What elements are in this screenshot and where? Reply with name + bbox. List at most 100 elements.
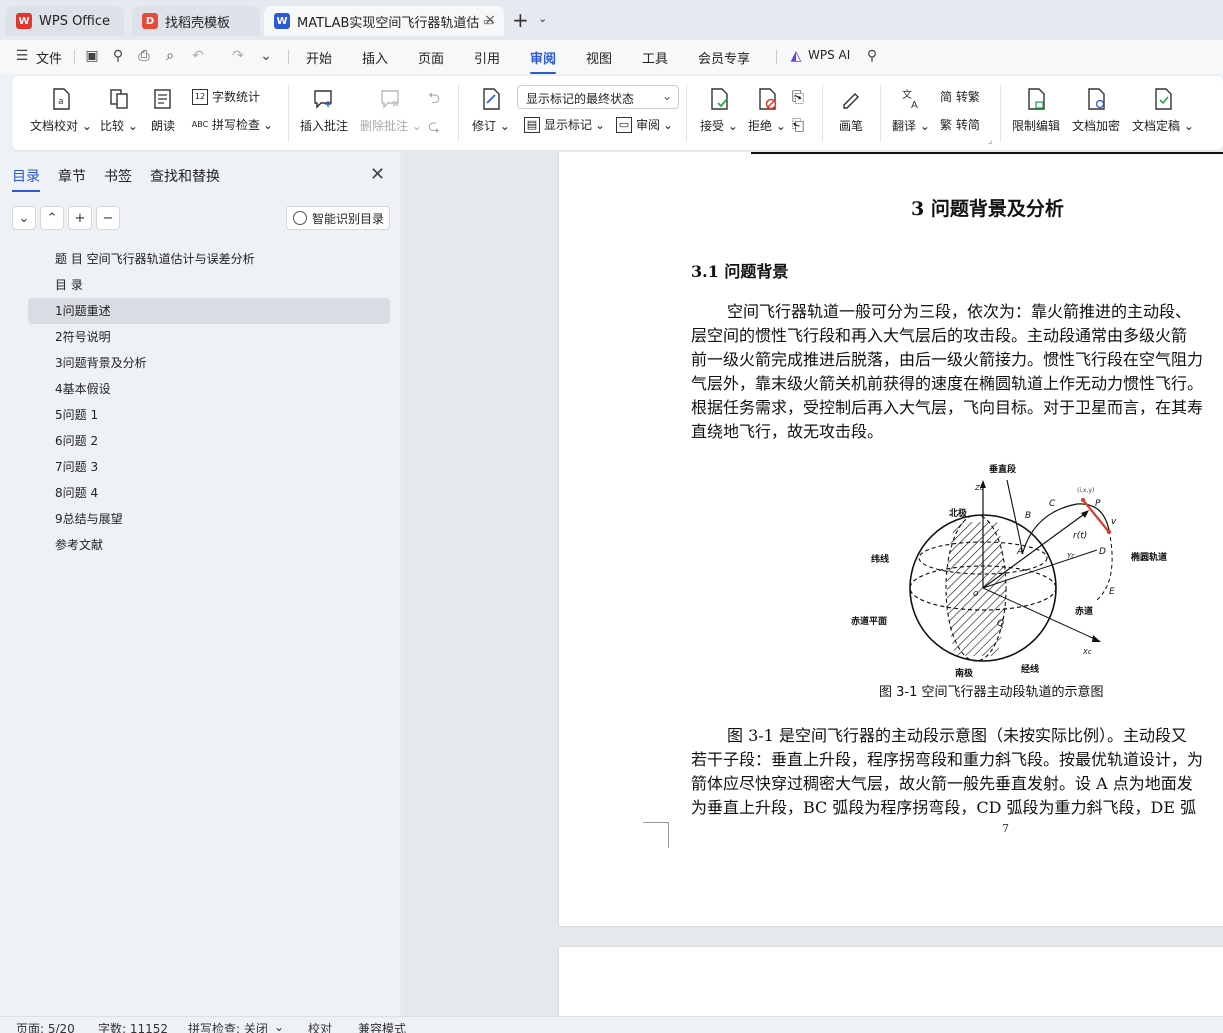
toc-item[interactable]: 参考文献 [28, 532, 390, 558]
chevron-down-icon[interactable]: ⌄ [274, 1020, 284, 1033]
proofread-button[interactable]: a 文档校对 ⌄ [30, 86, 92, 134]
menu-tools[interactable]: 工具 [642, 48, 668, 67]
next-page[interactable] [559, 947, 1223, 1016]
document-area[interactable]: 3 问题背景及分析 3.1 问题背景 空间飞行器轨道一般可分为三段，依次为：靠火… [403, 152, 1223, 1016]
tab-wps-office[interactable]: W WPS Office [6, 6, 124, 36]
search-icon[interactable]: ⚲ [864, 48, 880, 64]
crop-mark [643, 822, 669, 848]
toc-item[interactable]: 目 录 [28, 272, 390, 298]
undo-icon[interactable]: ↶ [190, 48, 206, 64]
status-proofread[interactable]: 校对 [308, 1020, 332, 1033]
menu-view[interactable]: 视图 [586, 48, 612, 67]
chevron-down-icon[interactable]: ⌄ [538, 12, 547, 25]
delete-comment-button[interactable]: 删除批注 ⌄ [360, 86, 422, 134]
close-icon[interactable]: × [484, 12, 496, 28]
share-icon[interactable]: ⚲ [110, 48, 126, 64]
close-icon[interactable]: ✕ [370, 164, 385, 185]
collapse-button[interactable]: ⌄ [12, 206, 36, 230]
restrict-edit-label: 限制编辑 [1012, 119, 1061, 133]
status-spell-check[interactable]: 拼写检查: 关闭 [188, 1020, 268, 1033]
insert-comment-button[interactable]: 插入批注 [300, 86, 348, 134]
word-count-icon: 12 [192, 88, 208, 105]
encrypt-button[interactable]: 文档加密 [1072, 86, 1120, 134]
label-A: A [1016, 547, 1023, 557]
menu-reference[interactable]: 引用 [474, 48, 500, 67]
word-count-button[interactable]: 12 字数统计 [192, 88, 260, 105]
compare-icon [106, 86, 132, 112]
compare-button[interactable]: 比较 ⌄ [100, 86, 138, 134]
menu-start[interactable]: 开始 [306, 48, 332, 67]
svg-text:A: A [911, 100, 918, 111]
menu-wps-ai[interactable]: WPS AI [808, 48, 850, 62]
label-v: v [1111, 517, 1117, 527]
markup-state-select[interactable]: 显示标记的最终状态 ⌄ [517, 85, 679, 109]
nav-tab-bookmarks[interactable]: 书签 [104, 166, 132, 186]
encrypt-label: 文档加密 [1072, 119, 1121, 133]
tab-docer[interactable]: D 找稻壳模板 [132, 6, 260, 36]
navigation-panel: 目录 章节 书签 查找和替换 ✕ ⌄ ⌃ + − 智能识别目录 题 目 空间飞行… [0, 152, 402, 1016]
toc-item[interactable]: 1问题重述 [28, 298, 390, 324]
accept-button[interactable]: 接受 ⌄ [700, 86, 738, 134]
hamburger-icon[interactable]: ☰ [14, 48, 30, 64]
restrict-edit-button[interactable]: 限制编辑 [1012, 86, 1060, 134]
toc-item[interactable]: 4基本假设 [28, 376, 390, 402]
document-page[interactable]: 3 问题背景及分析 3.1 问题背景 空间飞行器轨道一般可分为三段，依次为：靠火… [559, 152, 1223, 926]
save-icon[interactable]: ▣ [84, 48, 100, 64]
show-markup-button[interactable]: ▤ 显示标记 ⌄ [524, 116, 605, 133]
status-word-count[interactable]: 字数: 11152 [98, 1020, 168, 1033]
paragraph-line: 直绕地飞行，故无攻击段。 [691, 422, 884, 441]
to-traditional-button[interactable]: 简 转繁 [940, 88, 980, 105]
section-title: 3.1 问题背景 [691, 262, 789, 281]
menu-insert[interactable]: 插入 [362, 48, 388, 67]
new-tab-icon[interactable]: + [512, 8, 529, 32]
menu-review[interactable]: 审阅 [530, 48, 557, 74]
print-preview-icon[interactable]: ⌕ [162, 48, 178, 64]
toc-item[interactable]: 题 目 空间飞行器轨道估计与误差分析 [28, 246, 390, 272]
next-comment-icon[interactable]: ⮎ [428, 116, 440, 141]
smart-toc-label: 智能识别目录 [312, 211, 385, 226]
toc-item[interactable]: 9总结与展望 [28, 506, 390, 532]
paragraph-line: 气层外，靠末级火箭关机前获得的速度在椭圆轨道上作无动力惯性飞行。 [691, 374, 1204, 393]
ribbon-separator [458, 84, 459, 142]
expand-button[interactable]: ⌃ [40, 206, 64, 230]
reject-icon [754, 86, 780, 112]
paragraph-line: 层空间的惯性飞行段和再入大气层后的攻击段。主动段通常由多级火箭 [691, 326, 1188, 345]
nav-tab-find-replace[interactable]: 查找和替换 [150, 166, 220, 186]
to-simplified-button[interactable]: 繁 转简 [940, 116, 980, 133]
menu-file[interactable]: 文件 [36, 48, 62, 67]
toc-item[interactable]: 3问题背景及分析 [28, 350, 390, 376]
next-change-icon[interactable]: ⎗ [792, 116, 804, 134]
translate-button[interactable]: 文A 翻译 ⌄ [892, 86, 930, 134]
nav-tab-toc[interactable]: 目录 [12, 166, 40, 192]
spell-check-button[interactable]: ABC 拼写检查 ⌄ [192, 116, 273, 133]
status-page[interactable]: 页面: 5/20 [16, 1020, 75, 1033]
review-pane-icon: ▭ [616, 116, 632, 133]
toc-item[interactable]: 2符号说明 [28, 324, 390, 350]
remove-heading-button[interactable]: − [96, 206, 120, 230]
review-pane-button[interactable]: ▭ 审阅 ⌄ [616, 116, 673, 133]
toc-item[interactable]: 7问题 3 [28, 454, 390, 480]
print-icon[interactable]: ⎙ [136, 48, 152, 64]
toc-item[interactable]: 5问题 1 [28, 402, 390, 428]
prev-comment-icon[interactable]: ⮌ [428, 88, 440, 113]
chevron-down-icon: ⌄ [595, 117, 606, 132]
reject-button[interactable]: 拒绝 ⌄ [748, 86, 786, 134]
prev-change-icon[interactable]: ⎘ [792, 88, 804, 106]
smart-toc-button[interactable]: 智能识别目录 [286, 206, 390, 230]
word-count-label: 字数统计 [212, 90, 261, 104]
tab-document[interactable]: W MATLAB实现空间飞行器轨道估 ▭ × [264, 6, 504, 36]
menu-member[interactable]: 会员专享 [698, 48, 750, 67]
add-heading-button[interactable]: + [68, 206, 92, 230]
toc-item[interactable]: 8问题 4 [28, 480, 390, 506]
menu-page[interactable]: 页面 [418, 48, 444, 67]
expand-group-icon[interactable]: ⌟ [988, 136, 992, 146]
finalize-button[interactable]: 文档定稿 ⌄ [1132, 86, 1194, 134]
redo-icon[interactable]: ↷ [230, 48, 246, 64]
pen-button[interactable]: 画笔 [838, 86, 864, 134]
compare-label: 比较 [100, 119, 125, 133]
toc-item[interactable]: 6问题 2 [28, 428, 390, 454]
read-aloud-button[interactable]: 朗读 [150, 86, 176, 134]
more-icon[interactable]: ⌄ [258, 48, 274, 64]
nav-tab-chapters[interactable]: 章节 [58, 166, 86, 186]
track-changes-button[interactable]: 修订 ⌄ [472, 86, 510, 134]
